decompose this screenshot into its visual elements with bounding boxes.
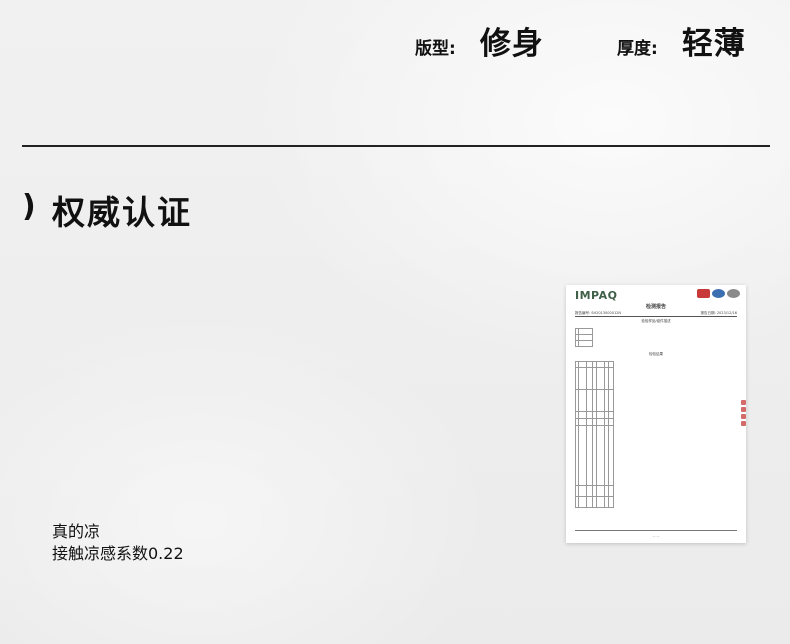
caption-detail: 接触凉感系数0.22 [52, 544, 184, 563]
caption-headline: 真的凉 [52, 522, 101, 541]
impaq-logo: IMPAQ [575, 289, 618, 302]
cma-seal-icon [697, 289, 710, 298]
cnas-seal-icon [727, 289, 740, 298]
fit-spec: 版型: 修身 [415, 18, 544, 63]
report-footer-rule [575, 530, 737, 531]
accreditation-marks [697, 289, 740, 298]
results-table [575, 361, 614, 508]
ilac-seal-icon [712, 289, 725, 298]
fit-value: 修身 [479, 26, 544, 62]
samples-table [575, 328, 593, 347]
report-rule [575, 316, 737, 317]
report-title: 检测报告 [645, 304, 666, 310]
thickness-spec: 厚度: 轻薄 [617, 18, 746, 63]
side-stamp-fragment [741, 398, 746, 432]
samples-heading: 检验样品/组件描述 [641, 319, 671, 323]
section-marker: ) [22, 189, 36, 224]
test-report-certificate: IMPAQ 检测报告 报告编号: SH2013000012N 报告日期: 202… [566, 285, 746, 543]
thickness-label: 厚度: [617, 39, 658, 59]
report-page-marker: — — [652, 534, 660, 538]
divider-line [22, 145, 770, 147]
fit-label: 版型: [415, 39, 456, 59]
section-title: 权威认证 [52, 193, 192, 232]
results-heading: 检验结果 [649, 352, 663, 356]
thickness-value: 轻薄 [681, 26, 746, 62]
